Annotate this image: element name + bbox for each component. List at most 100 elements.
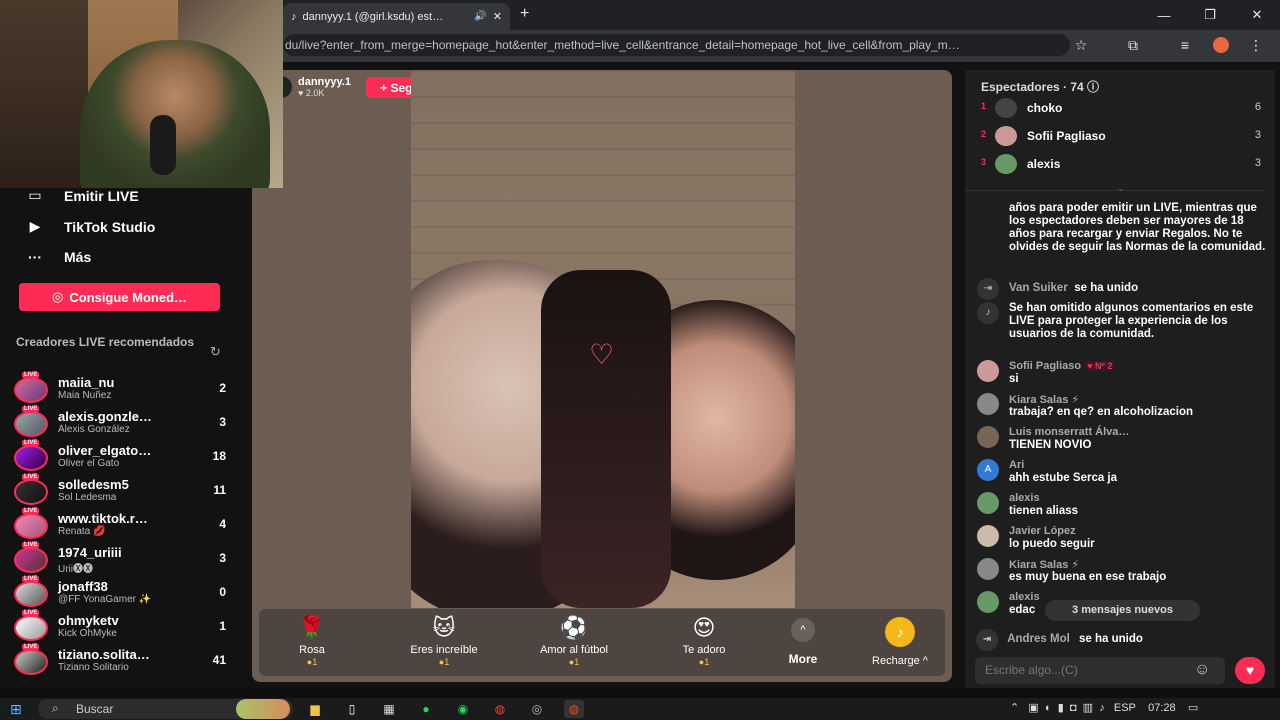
- obs-icon[interactable]: ◎: [527, 700, 547, 718]
- notepad-icon[interactable]: ▯: [342, 700, 362, 718]
- message-text: lo puedo seguir: [1009, 538, 1095, 550]
- viewer-score: 3: [1254, 157, 1261, 169]
- restore-button[interactable]: ❐: [1187, 0, 1233, 30]
- message-avatar: [977, 492, 999, 514]
- gift-rose[interactable]: 🌹 Rosa ●1: [262, 609, 362, 676]
- creator-avatar: [14, 479, 48, 505]
- tray-app-icon[interactable]: ▣: [1028, 702, 1038, 714]
- spotify-icon[interactable]: ●: [416, 700, 436, 718]
- get-coins-button[interactable]: ◎ Consigue Moned…: [19, 283, 220, 311]
- creator-name: oliver_elgato…: [58, 443, 152, 458]
- system-tray: ⌃ ▣ ◐ ▮ ◘ ▥ ♪ ESP 07:28 ▭: [1010, 701, 1198, 714]
- creator-count: 18: [212, 449, 226, 463]
- notifications-icon[interactable]: ▭: [1188, 702, 1198, 714]
- creator-item[interactable]: LIVE tiziano.solita… Tiziano Solitario 4…: [14, 644, 230, 677]
- nav-more-label: Más: [64, 249, 92, 265]
- message-user: alexis: [1009, 492, 1040, 504]
- search-icon: ⌕: [52, 701, 59, 715]
- creator-item[interactable]: LIVE alexis.gonzle… Alexis González 3: [14, 406, 230, 439]
- gift-name: Eres increíble: [410, 644, 478, 656]
- minimize-button[interactable]: —: [1141, 0, 1187, 30]
- chrome-icon[interactable]: ◍: [490, 700, 510, 718]
- gift-eres-increible[interactable]: 🐱 Eres increíble ●1: [394, 609, 494, 676]
- gift-amor-al-futbol[interactable]: ⚽ Amor al fútbol ●1: [524, 609, 624, 676]
- more-icon: ···: [28, 249, 42, 265]
- creator-avatar: [14, 649, 48, 675]
- creator-name: ohmyketv: [58, 613, 119, 628]
- gift-price: ●1: [568, 657, 580, 667]
- volume-icon[interactable]: ♪: [1099, 702, 1105, 714]
- network-icon[interactable]: ▥: [1083, 702, 1093, 714]
- creator-item[interactable]: LIVE 1974_uriiii Urii🅧🅧 3: [14, 542, 230, 575]
- top-viewer[interactable]: 3 alexis 3: [979, 153, 1269, 175]
- top-viewer[interactable]: 2 Sofii Pagliaso 3: [979, 125, 1269, 147]
- message-avatar: [977, 525, 999, 547]
- heart-face-icon: 😍: [692, 615, 716, 640]
- live-stream-video[interactable]: ♡: [411, 70, 795, 608]
- new-messages-button[interactable]: 3 mensajes nuevos: [1045, 600, 1200, 621]
- clock[interactable]: 07:28: [1148, 702, 1176, 714]
- creator-subname: Tiziano Solitario: [58, 662, 129, 673]
- refresh-icon[interactable]: ↻: [210, 344, 221, 360]
- speaker-icon[interactable]: 🔊: [474, 11, 486, 22]
- camera-icon: ▭: [28, 187, 42, 203]
- message-user: Kiara Salas ⚡: [1009, 394, 1080, 406]
- chrome-active-icon[interactable]: ◍: [564, 700, 584, 718]
- message-text: es muy buena en ese trabajo: [1009, 571, 1167, 583]
- creator-item[interactable]: LIVE solledesm5 Sol Ledesma 11: [14, 474, 230, 507]
- creator-item[interactable]: LIVE www.tiktok.r… Renata 💋 4: [14, 508, 230, 541]
- creator-item[interactable]: LIVE ohmyketv Kick OhMyke 1: [14, 610, 230, 643]
- browser-menu-icon[interactable]: ⋮: [1245, 34, 1267, 56]
- usb-icon[interactable]: ▮: [1058, 702, 1064, 714]
- creator-subname: Alexis González: [58, 424, 130, 435]
- creator-item[interactable]: LIVE maiia_nu Maia Nuñez 2: [14, 372, 230, 405]
- extensions-icon[interactable]: ⧉: [1122, 34, 1144, 56]
- whatsapp-icon[interactable]: ◉: [453, 700, 473, 718]
- language-indicator[interactable]: ESP: [1114, 702, 1136, 714]
- chat-input[interactable]: [975, 657, 1225, 684]
- creator-count: 41: [212, 653, 226, 667]
- creator-item[interactable]: LIVE jonaff38 @FF YonaGamer ✨ 0: [14, 576, 230, 609]
- creator-count: 4: [219, 517, 226, 531]
- media-control-icon[interactable]: ≡: [1174, 34, 1196, 56]
- top-viewer[interactable]: 1 choko 6: [979, 97, 1269, 119]
- chevron-up-icon[interactable]: ⌃: [1010, 702, 1019, 714]
- creator-item[interactable]: LIVE oliver_elgato… Oliver el Gato 18: [14, 440, 230, 473]
- gift-name: Rosa: [299, 644, 325, 656]
- omitted-text: Se han omitido algunos comentarios en es…: [1009, 302, 1254, 340]
- rose-icon: 🌹: [298, 615, 326, 640]
- creator-name: maiia_nu: [58, 375, 115, 390]
- nav-go-live[interactable]: ▭ Emitir LIVE: [24, 187, 138, 204]
- webcam-shelf: [0, 0, 90, 188]
- browser-tab[interactable]: ♪ dannyyy.1 (@girl.ksdu) est… 🔊 ✕: [283, 3, 510, 30]
- creator-count: 3: [219, 415, 226, 429]
- more-gifts-button[interactable]: ^ More: [775, 618, 831, 670]
- nav-tiktok-studio[interactable]: ▶ TikTok Studio: [24, 218, 156, 235]
- app-icon[interactable]: ▦: [379, 700, 399, 718]
- message-avatar: [977, 426, 999, 448]
- like-heart-button[interactable]: ♥: [1235, 657, 1265, 684]
- rules-text: años para poder emitir un LIVE, mientras…: [1009, 202, 1266, 253]
- studio-icon: ▶: [29, 218, 41, 234]
- camera-tray-icon[interactable]: ◘: [1070, 702, 1077, 714]
- join-action: se ha unido: [1074, 282, 1139, 294]
- file-explorer-icon[interactable]: ▆: [305, 700, 325, 718]
- tab-close-icon[interactable]: ✕: [493, 10, 502, 23]
- url-field[interactable]: du/live?enter_from_merge=homepage_hot&en…: [283, 34, 1070, 56]
- creator-name: tiziano.solita…: [58, 647, 150, 662]
- chat-message-list[interactable]: años para poder emitir un LIVE, mientras…: [965, 202, 1275, 642]
- windows-start-icon[interactable]: ⊞: [10, 701, 22, 718]
- close-window-button[interactable]: ✕: [1234, 0, 1280, 30]
- nav-more[interactable]: ··· Más: [24, 249, 91, 265]
- taskbar-search-label: Buscar: [76, 702, 114, 716]
- bookmark-star-icon[interactable]: ☆: [1070, 34, 1092, 56]
- emoji-icon[interactable]: ☺: [1194, 661, 1210, 679]
- profile-avatar-icon[interactable]: [1210, 34, 1232, 56]
- tray-app-icon[interactable]: ◐: [1045, 702, 1052, 714]
- gift-te-adoro[interactable]: 😍 Te adoro ●1: [654, 609, 754, 676]
- recharge-button[interactable]: ♪ Recharge ^: [855, 609, 945, 676]
- join-user: Van Suiker: [1009, 282, 1068, 294]
- viewer-avatar: [995, 126, 1017, 146]
- chevron-down-icon[interactable]: ⌄: [1117, 183, 1125, 194]
- new-tab-button[interactable]: +: [520, 5, 529, 23]
